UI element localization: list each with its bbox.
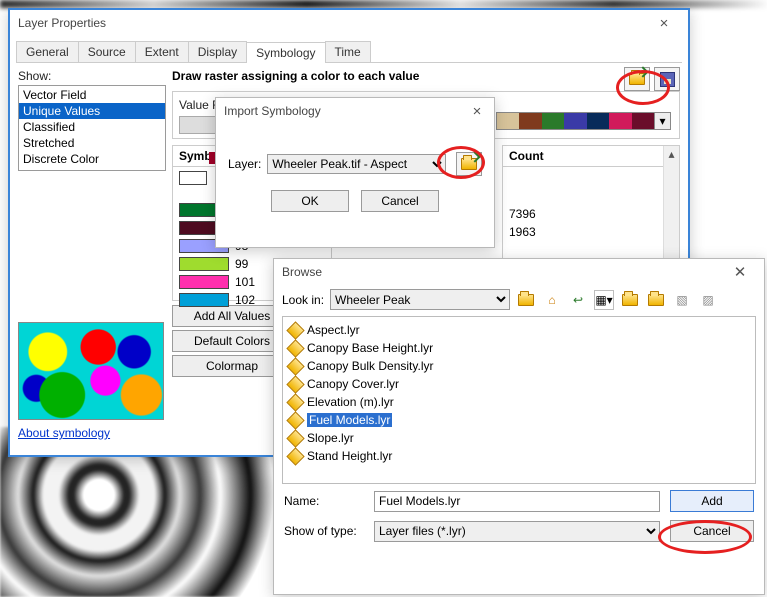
show-label: Show: [18, 69, 166, 83]
show-item-vector-field[interactable]: Vector Field [19, 87, 165, 103]
show-item-classified[interactable]: Classified [19, 119, 165, 135]
file-item[interactable]: Canopy Bulk Density.lyr [289, 357, 749, 375]
file-item[interactable]: Stand Height.lyr [289, 447, 749, 465]
about-symbology-link[interactable]: About symbology [18, 426, 166, 440]
show-item-stretched[interactable]: Stretched [19, 135, 165, 151]
chevron-down-icon: ▾ [654, 113, 670, 129]
ok-button[interactable]: OK [271, 190, 349, 212]
close-icon[interactable]: × [646, 15, 682, 32]
name-input[interactable] [374, 491, 660, 512]
layer-properties-tabs: General Source Extent Display Symbology … [16, 41, 682, 63]
home-button[interactable]: ⌂ [542, 290, 562, 310]
show-listbox[interactable]: Vector Field Unique Values Classified St… [18, 85, 166, 171]
up-one-level-button[interactable] [516, 290, 536, 310]
file-name: Slope.lyr [307, 431, 354, 445]
file-list[interactable]: Aspect.lyr Canopy Base Height.lyr Canopy B… [282, 316, 756, 484]
folder-icon [648, 294, 664, 306]
view-menu-button[interactable]: ▦▾ [594, 290, 614, 310]
layer-file-icon [286, 429, 304, 447]
symbology-preview [18, 322, 164, 420]
import-symbology-dialog: Import Symbology × Layer: Wheeler Peak.t… [215, 97, 495, 248]
save-symbology-button[interactable] [654, 67, 680, 91]
file-item[interactable]: Canopy Cover.lyr [289, 375, 749, 393]
file-name: Elevation (m).lyr [307, 395, 394, 409]
tab-extent[interactable]: Extent [135, 41, 189, 62]
type-label: Show of type: [284, 524, 364, 538]
browse-title: Browse [282, 265, 722, 279]
cancel-button[interactable]: Cancel [361, 190, 439, 212]
file-item[interactable]: Elevation (m).lyr [289, 393, 749, 411]
close-icon[interactable]: × [466, 103, 488, 120]
layer-file-icon [286, 447, 304, 465]
color-scheme-dropdown[interactable]: ▾ [496, 112, 671, 130]
name-label: Name: [284, 494, 364, 508]
layer-file-icon [286, 393, 304, 411]
file-name: Canopy Cover.lyr [307, 377, 399, 391]
type-combo[interactable]: Layer files (*.lyr) [374, 521, 660, 542]
cancel-button[interactable]: Cancel [670, 520, 754, 542]
show-item-unique-values[interactable]: Unique Values [19, 103, 165, 119]
folder-import-icon [629, 73, 645, 85]
count-header: Count [503, 146, 679, 167]
draw-heading: Draw raster assigning a color to each va… [172, 69, 620, 83]
file-item[interactable]: Fuel Models.lyr [289, 411, 749, 429]
file-name: Canopy Bulk Density.lyr [307, 359, 434, 373]
file-name: Stand Height.lyr [307, 449, 392, 463]
browse-layer-button[interactable] [456, 152, 482, 176]
layer-file-icon [286, 357, 304, 375]
file-name: Fuel Models.lyr [307, 413, 392, 427]
layer-label: Layer: [228, 157, 261, 171]
folder-up-icon [518, 294, 534, 306]
new-folder-button[interactable] [620, 290, 640, 310]
layer-properties-titlebar[interactable]: Layer Properties × [10, 10, 688, 36]
lookin-combo[interactable]: Wheeler Peak [330, 289, 510, 310]
connect-folder-button[interactable] [646, 290, 666, 310]
folder-new-icon [622, 294, 638, 306]
layer-file-icon [286, 411, 304, 429]
layer-file-icon [286, 321, 304, 339]
layer-file-icon [286, 375, 304, 393]
file-item[interactable]: Aspect.lyr [289, 321, 749, 339]
tab-time[interactable]: Time [325, 41, 371, 62]
import-symbology-button[interactable] [624, 67, 650, 91]
layer-properties-title: Layer Properties [18, 16, 646, 30]
browse-dialog: Browse ✕ Look in: Wheeler Peak ⌂ ↩ ▦▾ ▧ … [273, 258, 765, 595]
add-button[interactable]: Add [670, 490, 754, 512]
disconnect-folder-button[interactable]: ▧ [672, 290, 692, 310]
tab-symbology[interactable]: Symbology [246, 42, 325, 63]
folder-import-icon [461, 158, 477, 170]
tab-general[interactable]: General [16, 41, 79, 62]
close-icon[interactable]: ✕ [722, 263, 758, 281]
import-symbology-title: Import Symbology [224, 104, 466, 118]
lookin-label: Look in: [282, 293, 324, 307]
layer-combo[interactable]: Wheeler Peak.tif - Aspect [267, 154, 446, 174]
file-name: Canopy Base Height.lyr [307, 341, 433, 355]
layer-file-icon [286, 339, 304, 357]
file-item[interactable]: Slope.lyr [289, 429, 749, 447]
file-name: Aspect.lyr [307, 323, 360, 337]
show-item-discrete-color[interactable]: Discrete Color [19, 151, 165, 167]
delete-button[interactable]: ▨ [698, 290, 718, 310]
tab-display[interactable]: Display [188, 41, 247, 62]
file-item[interactable]: Canopy Base Height.lyr [289, 339, 749, 357]
back-button[interactable]: ↩ [568, 290, 588, 310]
tab-source[interactable]: Source [78, 41, 136, 62]
save-icon [660, 72, 675, 87]
